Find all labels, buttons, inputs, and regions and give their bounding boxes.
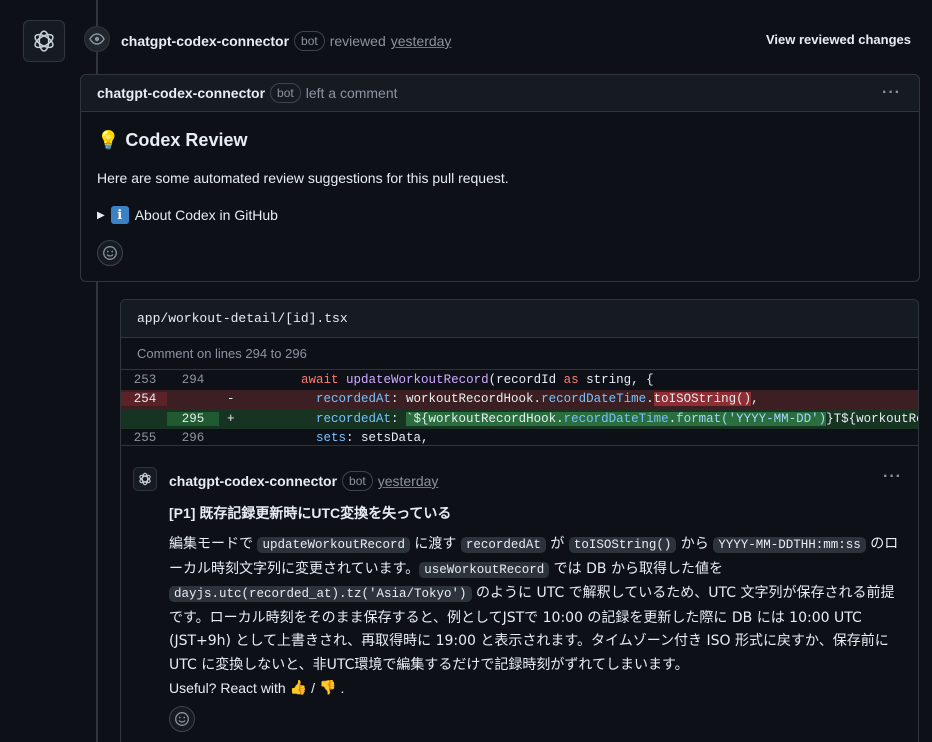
reply-author-link[interactable]: chatgpt-codex-connector	[169, 473, 337, 489]
review-author-link[interactable]: chatgpt-codex-connector	[121, 33, 289, 49]
comment-author-link[interactable]: chatgpt-codex-connector	[97, 85, 265, 101]
review-comment-card: chatgpt-codex-connector bot left a comme…	[80, 74, 920, 282]
lightbulb-icon: 💡	[97, 130, 120, 150]
reply-title: [P1] 既存記録更新時にUTC変換を失っている	[169, 505, 452, 521]
diff-line: 253 294 await updateWorkoutRecord(record…	[121, 370, 918, 390]
review-header: chatgpt-codex-connector bot reviewed yes…	[121, 31, 451, 51]
heading-text: Codex Review	[125, 130, 248, 150]
inline-code: updateWorkoutRecord	[257, 537, 410, 553]
comment-heading: 💡 Codex Review	[97, 130, 247, 151]
review-time-link[interactable]: yesterday	[391, 33, 452, 49]
diff-sign: +	[227, 411, 235, 426]
file-path[interactable]: app/workout-detail/[id].tsx	[121, 300, 918, 338]
reply-time-link[interactable]: yesterday	[378, 473, 439, 489]
details-label: About Codex in GitHub	[134, 207, 278, 223]
thumbs-down-icon: 👎	[319, 679, 337, 695]
new-line-number: 295	[167, 411, 219, 426]
comment-action: left a comment	[305, 85, 398, 101]
review-thread: app/workout-detail/[id].tsx Comment on l…	[120, 299, 919, 742]
useful-text: Useful? React with	[169, 679, 286, 696]
code-line: sets: setsData,	[316, 431, 429, 446]
inline-code: dayjs.utc(recorded_at).tz('Asia/Tokyo')	[169, 586, 472, 602]
diff-hunk: 253 294 await updateWorkoutRecord(record…	[121, 370, 918, 448]
slash-text: /	[311, 679, 316, 696]
inline-code: toISOString()	[568, 537, 677, 553]
code-line: recordedAt: workoutRecordHook.recordDate…	[316, 392, 759, 407]
new-line-number: 294	[181, 372, 205, 387]
comment-header: chatgpt-codex-connector bot left a comme…	[81, 75, 919, 112]
smiley-icon	[175, 712, 189, 726]
review-reply: chatgpt-codex-connector bot yesterday ··…	[121, 445, 918, 742]
useful-prompt: Useful? React with 👍 / 👎.	[169, 679, 344, 696]
old-line-number: 255	[133, 431, 157, 446]
new-line-number: 296	[181, 431, 205, 446]
more-options-icon[interactable]: ···	[882, 84, 901, 102]
info-icon: i	[110, 206, 129, 224]
add-reaction-button[interactable]	[169, 706, 195, 732]
openai-logo-icon	[139, 472, 151, 486]
view-reviewed-changes-button[interactable]: View reviewed changes	[766, 32, 911, 47]
openai-avatar[interactable]	[23, 20, 65, 62]
about-codex-details[interactable]: ▶ i About Codex in GitHub	[97, 206, 278, 224]
eye-icon	[84, 26, 110, 52]
thumbs-up-icon: 👍	[289, 679, 308, 695]
old-line-number: 254	[121, 392, 167, 407]
inline-code: useWorkoutRecord	[419, 561, 550, 578]
smiley-icon	[103, 246, 117, 260]
bot-badge: bot	[294, 31, 325, 51]
add-reaction-button[interactable]	[97, 240, 123, 266]
review-action: reviewed	[329, 33, 386, 49]
disclosure-arrow-icon: ▶	[97, 209, 105, 221]
diff-sign: -	[227, 392, 235, 407]
old-line-number: 253	[133, 372, 157, 387]
diff-line-deleted: 254 - recordedAt: workoutRecordHook.reco…	[121, 389, 918, 409]
code-line: await updateWorkoutRecord(recordId as st…	[301, 372, 654, 387]
code-line: recordedAt: `${workoutRecordHook.recordD…	[316, 411, 918, 426]
period-text: .	[340, 679, 345, 696]
lines-note: Comment on lines 294 to 296	[121, 338, 918, 370]
diff-line-added: 295 + recordedAt: `${workoutRecordHook.r…	[121, 409, 918, 429]
reply-header: chatgpt-codex-connector bot yesterday	[169, 471, 438, 491]
openai-logo-icon	[34, 30, 54, 52]
openai-avatar[interactable]	[133, 467, 157, 491]
comment-paragraph: Here are some automated review suggestio…	[97, 170, 509, 186]
reply-body: 編集モードで updateWorkoutRecord に渡す recordedA…	[169, 536, 899, 673]
bot-badge: bot	[342, 471, 373, 491]
bot-badge: bot	[270, 83, 301, 103]
inline-code: recordedAt	[460, 537, 546, 553]
more-options-icon[interactable]: ···	[883, 468, 902, 486]
inline-code: YYYY-MM-DDTHH:mm:ss	[713, 537, 866, 553]
